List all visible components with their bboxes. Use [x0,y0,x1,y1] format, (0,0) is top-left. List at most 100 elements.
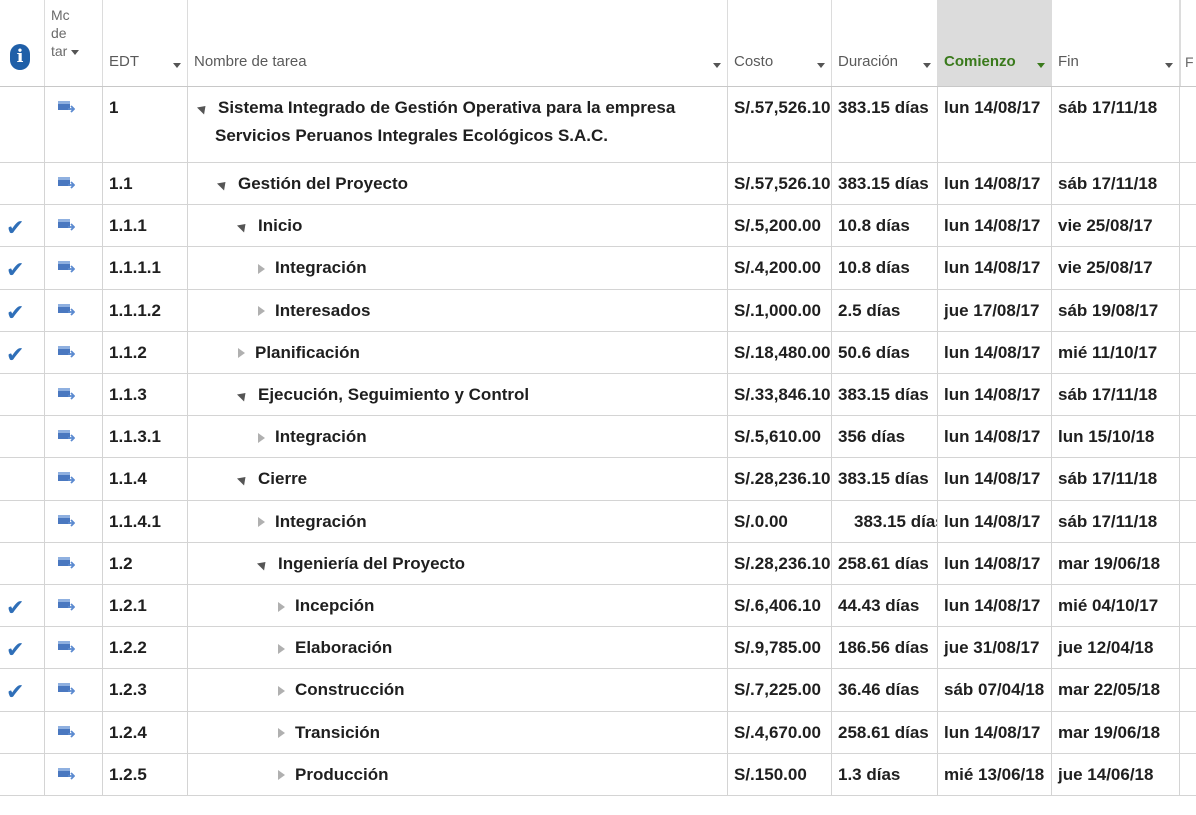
chevron-down-icon[interactable] [1037,63,1045,68]
cell-ind[interactable] [0,374,45,416]
cell-start[interactable]: lun 14/08/17 [938,416,1052,458]
cell-mode[interactable] [45,711,103,753]
cell-finish[interactable]: mié 11/10/17 [1052,331,1180,373]
expand-arrow-icon[interactable] [238,348,245,359]
collapse-arrow-icon[interactable] [196,102,210,115]
cell-mode[interactable] [45,205,103,247]
table-row[interactable]: ✔ 1.1.2 Planificación S/.18,480.00 50.6 días… [0,331,1196,374]
cell-start[interactable]: lun 14/08/17 [938,542,1052,584]
cell-finish[interactable]: sáb 17/11/18 [1052,163,1180,205]
cell-mode[interactable] [45,247,103,289]
cell-finish[interactable]: sáb 17/11/18 [1052,374,1180,416]
collapse-arrow-icon[interactable] [236,389,250,402]
column-header-finish[interactable]: Fin [1052,0,1180,86]
cell-cost[interactable]: S/.150.00 [728,753,832,795]
cell-name[interactable]: Producción [188,753,728,795]
column-header-task-mode[interactable]: Mc de tar [45,0,103,86]
cell-cost[interactable]: S/.18,480.00 [728,331,832,373]
cell-name[interactable]: Construcción [188,669,728,711]
cell-edt[interactable]: 1.1.3 [103,374,188,416]
cell-mode[interactable] [45,542,103,584]
cell-cost[interactable]: S/.57,526.10 [728,163,832,205]
cell-finish[interactable]: mar 22/05/18 [1052,669,1180,711]
cell-edt[interactable]: 1.1.1.2 [103,289,188,331]
cell-start[interactable]: lun 14/08/17 [938,711,1052,753]
chevron-down-icon[interactable] [713,63,721,68]
column-header-indicators[interactable]: i [0,0,45,86]
cell-finish[interactable]: jue 12/04/18 [1052,627,1180,669]
cell-name[interactable]: Ejecución, Seguimiento y Control [188,374,728,416]
cell-edt[interactable]: 1.2 [103,542,188,584]
cell-start[interactable]: lun 14/08/17 [938,585,1052,627]
cell-duration[interactable]: 50.6 días [832,331,938,373]
column-header-start[interactable]: Comienzo [938,0,1052,86]
cell-finish[interactable]: sáb 17/11/18 [1052,500,1180,542]
cell-name[interactable]: Cierre [188,458,728,500]
cell-name[interactable]: Planificación [188,331,728,373]
cell-start[interactable]: lun 14/08/17 [938,374,1052,416]
cell-ind[interactable] [0,163,45,205]
cell-cost[interactable]: S/.5,610.00 [728,416,832,458]
cell-edt[interactable]: 1.1.2 [103,331,188,373]
cell-edt[interactable]: 1.1.4 [103,458,188,500]
chevron-down-icon[interactable] [1165,63,1173,68]
cell-name[interactable]: Sistema Integrado de Gestión Operativa p… [188,87,728,162]
expand-arrow-icon[interactable] [278,685,285,696]
cell-cost[interactable]: S/.9,785.00 [728,627,832,669]
cell-edt[interactable]: 1.1.4.1 [103,500,188,542]
cell-mode[interactable] [45,374,103,416]
cell-finish[interactable]: sáb 19/08/17 [1052,289,1180,331]
cell-duration[interactable]: 10.8 días [832,205,938,247]
cell-duration[interactable]: 10.8 días [832,247,938,289]
table-row[interactable]: 1.1.4 Cierre S/.28,236.10 383.15 días lun 14… [0,458,1196,501]
cell-cost[interactable]: S/.4,200.00 [728,247,832,289]
table-row[interactable]: 1.2 Ingeniería del Proyecto S/.28,236.10 25… [0,542,1196,585]
cell-finish[interactable]: lun 15/10/18 [1052,416,1180,458]
table-row[interactable]: ✔ 1.2.1 Incepción S/.6,406.10 44.43 días lun … [0,585,1196,628]
cell-cost[interactable]: S/.1,000.00 [728,289,832,331]
cell-edt[interactable]: 1.1.3.1 [103,416,188,458]
cell-edt[interactable]: 1.1 [103,163,188,205]
table-row[interactable]: ✔ 1.1.1.1 Integración S/.4,200.00 10.8 días l… [0,247,1196,290]
cell-cost[interactable]: S/.5,200.00 [728,205,832,247]
cell-start[interactable]: jue 17/08/17 [938,289,1052,331]
expand-arrow-icon[interactable] [278,728,285,739]
collapse-arrow-icon[interactable] [236,220,250,233]
cell-duration[interactable]: 2.5 días [832,289,938,331]
cell-ind[interactable]: ✔ [0,331,45,373]
cell-finish[interactable]: vie 25/08/17 [1052,205,1180,247]
cell-ind[interactable] [0,87,45,162]
collapse-arrow-icon[interactable] [236,473,250,486]
cell-duration[interactable]: 356 días [832,416,938,458]
cell-mode[interactable] [45,458,103,500]
column-header-next[interactable]: F [1180,0,1196,86]
cell-name[interactable]: Transición [188,711,728,753]
cell-edt[interactable]: 1 [103,87,188,162]
expand-arrow-icon[interactable] [258,306,265,317]
expand-arrow-icon[interactable] [278,770,285,781]
cell-start[interactable]: lun 14/08/17 [938,331,1052,373]
cell-finish[interactable]: mar 19/06/18 [1052,711,1180,753]
expand-arrow-icon[interactable] [278,643,285,654]
cell-name[interactable]: Integración [188,500,728,542]
column-header-task-name[interactable]: Nombre de tarea [188,0,728,86]
column-header-edt[interactable]: EDT [103,0,188,86]
cell-start[interactable]: lun 14/08/17 [938,458,1052,500]
cell-name[interactable]: Gestión del Proyecto [188,163,728,205]
cell-edt[interactable]: 1.2.2 [103,627,188,669]
table-row[interactable]: 1 Sistema Integrado de Gestión Operativa … [0,87,1196,163]
cell-ind[interactable]: ✔ [0,585,45,627]
cell-start[interactable]: sáb 07/04/18 [938,669,1052,711]
chevron-down-icon[interactable] [923,63,931,68]
cell-ind[interactable] [0,416,45,458]
cell-duration[interactable]: 1.3 días [832,753,938,795]
expand-arrow-icon[interactable] [258,517,265,528]
cell-duration[interactable]: 186.56 días [832,627,938,669]
cell-edt[interactable]: 1.2.4 [103,711,188,753]
cell-mode[interactable] [45,627,103,669]
cell-mode[interactable] [45,753,103,795]
cell-mode[interactable] [45,87,103,162]
table-row[interactable]: ✔ 1.1.1 Inicio S/.5,200.00 10.8 días lun 14/0… [0,205,1196,248]
cell-duration[interactable]: 383.15 días [832,163,938,205]
chevron-down-icon[interactable] [173,63,181,68]
